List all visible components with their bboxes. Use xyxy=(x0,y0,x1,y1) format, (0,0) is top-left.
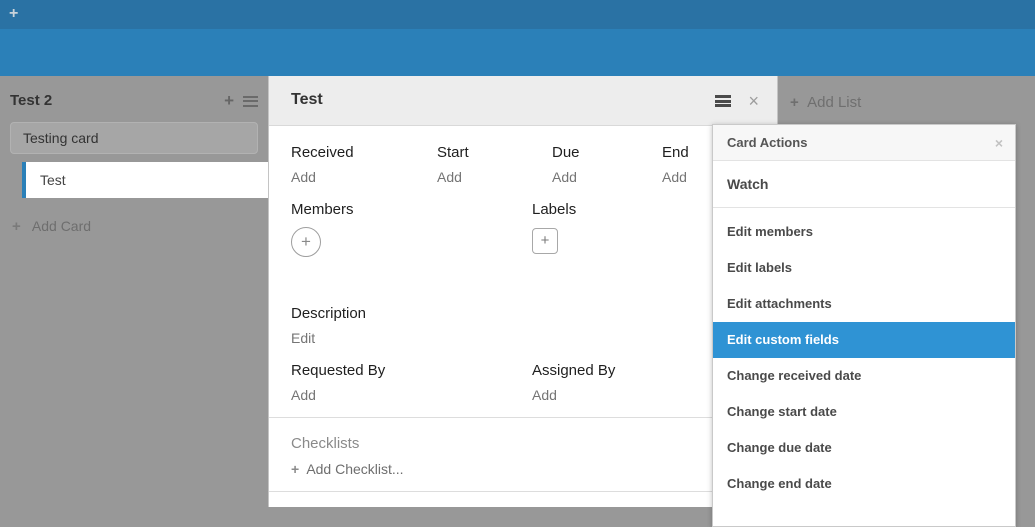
field-members: Members + xyxy=(291,201,532,257)
add-list-button[interactable]: + Add List xyxy=(790,94,861,111)
card-modal-header: Test × xyxy=(269,76,777,126)
card-modal-title: Test xyxy=(291,91,323,109)
list-menu-icon[interactable] xyxy=(243,96,258,107)
list-test-2: Test 2 + Testing card Test + Add Card xyxy=(0,76,268,234)
requested-by-add-link[interactable]: Add xyxy=(291,387,532,403)
field-label: Received xyxy=(291,144,437,161)
list-title: Test 2 xyxy=(10,92,52,109)
card-modal-body: Received Add Start Add Due Add End Add xyxy=(269,126,777,492)
close-card-icon[interactable]: × xyxy=(748,95,759,107)
field-label: Due xyxy=(552,144,662,161)
menu-item-change-due-date[interactable]: Change due date xyxy=(713,430,1015,466)
add-member-button[interactable]: + xyxy=(291,227,321,257)
add-board-icon[interactable]: + xyxy=(9,5,18,23)
card-actions-items: Edit members Edit labels Edit attachment… xyxy=(713,208,1015,502)
field-start: Start Add xyxy=(437,144,552,185)
requested-assigned-row: Requested By Add Assigned By Add xyxy=(291,362,755,403)
card-actions-title: Card Actions xyxy=(727,135,807,150)
menu-item-edit-labels[interactable]: Edit labels xyxy=(713,250,1015,286)
start-add-link[interactable]: Add xyxy=(437,169,552,185)
plus-icon: + xyxy=(291,461,299,477)
close-menu-icon[interactable]: × xyxy=(995,137,1003,149)
plus-icon: + xyxy=(12,218,21,235)
description-edit-link[interactable]: Edit xyxy=(291,330,755,346)
card-detail-modal: Test × Received Add Start Add Due Add xyxy=(268,76,778,507)
field-requested-by: Requested By Add xyxy=(291,362,532,403)
card-actions-menu-header: Card Actions × xyxy=(713,125,1015,161)
menu-item-edit-members[interactable]: Edit members xyxy=(713,214,1015,250)
add-card-label: Add Card xyxy=(32,218,91,234)
card-title: Testing card xyxy=(23,130,98,146)
field-received: Received Add xyxy=(291,144,437,185)
menu-item-change-end-date[interactable]: Change end date xyxy=(713,466,1015,502)
requested-by-label: Requested By xyxy=(291,362,532,379)
due-add-link[interactable]: Add xyxy=(552,169,662,185)
list-header: Test 2 + xyxy=(0,76,268,116)
members-labels-row: Members + Labels + xyxy=(291,201,755,257)
description-label: Description xyxy=(291,305,755,322)
card-actions-menu: Card Actions × Watch Edit members Edit l… xyxy=(712,124,1016,527)
add-card-icon[interactable]: + xyxy=(224,94,234,108)
checklists-label: Checklists xyxy=(291,435,755,452)
add-list-label: Add List xyxy=(807,94,861,111)
menu-item-change-start-date[interactable]: Change start date xyxy=(713,394,1015,430)
add-checklist-label: Add Checklist... xyxy=(306,461,403,477)
checklists-section: Checklists + Add Checklist... xyxy=(291,435,755,477)
plus-icon: + xyxy=(790,94,799,111)
section-divider xyxy=(269,417,777,418)
add-checklist-link[interactable]: + Add Checklist... xyxy=(291,461,755,477)
menu-item-change-received-date[interactable]: Change received date xyxy=(713,358,1015,394)
card-actions-menu-icon[interactable] xyxy=(715,95,731,107)
card-testing-card[interactable]: Testing card xyxy=(10,122,258,154)
add-card-button[interactable]: + Add Card xyxy=(12,218,258,234)
board-header-bar xyxy=(0,29,1035,76)
section-divider xyxy=(269,491,777,492)
field-label: Start xyxy=(437,144,552,161)
menu-item-watch[interactable]: Watch xyxy=(713,161,1015,208)
field-description: Description Edit xyxy=(291,305,755,346)
date-fields-row: Received Add Start Add Due Add End Add xyxy=(291,144,755,185)
add-label-button[interactable]: + xyxy=(532,228,558,254)
received-add-link[interactable]: Add xyxy=(291,169,437,185)
members-label: Members xyxy=(291,201,532,218)
menu-item-edit-custom-fields[interactable]: Edit custom fields xyxy=(713,322,1015,358)
field-due: Due Add xyxy=(552,144,662,185)
card-test-selected[interactable]: Test xyxy=(22,162,268,198)
top-navigation-bar: + xyxy=(0,0,1035,29)
card-title: Test xyxy=(40,172,66,188)
board-canvas: Test 2 + Testing card Test + Add Card + … xyxy=(0,76,1035,507)
menu-item-edit-attachments[interactable]: Edit attachments xyxy=(713,286,1015,322)
